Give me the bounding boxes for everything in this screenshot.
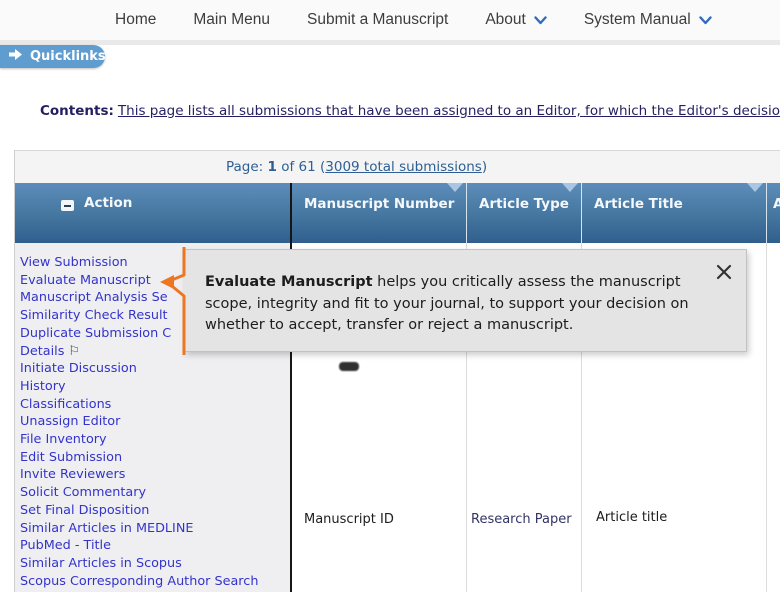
- column-label: Action: [84, 195, 133, 211]
- action-link-set-final-disposition[interactable]: Set Final Disposition: [20, 503, 149, 518]
- action-link-similar-articles-scopus[interactable]: Similar Articles in Scopus: [20, 556, 182, 571]
- article-title-cell: Article title: [596, 510, 668, 525]
- action-link-invite-reviewers[interactable]: Invite Reviewers: [20, 467, 125, 482]
- column-header-action: Action: [15, 183, 290, 243]
- flag-icon: ⚐: [68, 343, 81, 359]
- action-link-details[interactable]: Details: [20, 344, 64, 359]
- quicklinks-button[interactable]: Quicklinks: [0, 45, 106, 68]
- action-link-scopus-author-search[interactable]: Scopus Corresponding Author Search: [20, 574, 258, 589]
- collapse-column-icon[interactable]: [61, 200, 74, 211]
- column-header-article-type[interactable]: Article Type: [467, 183, 581, 243]
- contents-label: Contents:: [40, 103, 114, 119]
- page-label: Page:: [226, 159, 264, 175]
- sort-arrow-icon[interactable]: [747, 183, 763, 192]
- action-link-solicit-commentary[interactable]: Solicit Commentary: [20, 485, 146, 500]
- nav-item-system-manual[interactable]: System Manual: [584, 11, 712, 29]
- action-link-history[interactable]: History: [20, 379, 66, 394]
- action-link-manuscript-analysis[interactable]: Manuscript Analysis Se: [20, 290, 168, 305]
- action-link-similar-articles-medline[interactable]: Similar Articles in MEDLINE: [20, 521, 194, 536]
- pagination-text: Page: 1 of 61 (3009 total submissions): [226, 159, 487, 175]
- action-link-pubmed-title[interactable]: PubMed - Title: [20, 538, 111, 553]
- action-column-divider: [290, 183, 292, 592]
- column-label: Author Name: [773, 196, 780, 212]
- action-link-duplicate-submission[interactable]: Duplicate Submission C: [20, 326, 171, 341]
- pagination-bar: Page: 1 of 61 (3009 total submissions): [15, 150, 780, 183]
- action-link-edit-submission[interactable]: Edit Submission: [20, 450, 122, 465]
- contents-text: This page lists all submissions that hav…: [117, 103, 780, 119]
- chevron-down-icon: [698, 15, 712, 25]
- nav-item-label: System Manual: [583, 11, 691, 28]
- nav-item-about[interactable]: About: [485, 11, 547, 29]
- evaluate-manuscript-tooltip: Evaluate Manuscript helps you critically…: [184, 249, 747, 352]
- column-header-author-name[interactable]: Author Name: [768, 183, 780, 243]
- top-nav: Home Main Menu Submit a Manuscript About…: [0, 0, 780, 40]
- action-link-view-submission[interactable]: View Submission: [20, 255, 128, 270]
- arrow-right-icon: [9, 49, 23, 64]
- tooltip-title: Evaluate Manuscript: [205, 274, 373, 290]
- header-separator: [581, 183, 582, 243]
- page-count: of 61 (: [276, 159, 326, 175]
- total-submissions-link[interactable]: 3009 total submissions: [325, 159, 482, 175]
- article-type-cell: Research Paper: [471, 512, 572, 527]
- action-link-initiate-discussion[interactable]: Initiate Discussion: [20, 361, 137, 376]
- nav-item-label: Submit a Manuscript: [307, 11, 449, 28]
- nav-item-label: About: [485, 11, 526, 28]
- column-label: Article Title: [594, 196, 683, 212]
- nav-divider: [0, 40, 780, 45]
- action-link-file-inventory[interactable]: File Inventory: [20, 432, 107, 447]
- column-header-manuscript-number[interactable]: Manuscript Number: [292, 183, 466, 243]
- close-icon[interactable]: [715, 263, 733, 281]
- nav-item-main-menu[interactable]: Main Menu: [193, 11, 270, 29]
- page-suffix: ): [481, 159, 488, 175]
- chevron-down-icon: [534, 15, 547, 25]
- quicklinks-label: Quicklinks: [30, 49, 106, 64]
- action-link-similarity-check[interactable]: Similarity Check Result: [20, 308, 168, 323]
- submissions-page: Home Main Menu Submit a Manuscript About…: [0, 0, 780, 592]
- header-separator: [766, 183, 767, 243]
- action-link-evaluate-manuscript[interactable]: Evaluate Manuscript: [20, 273, 151, 288]
- nav-item-home[interactable]: Home: [115, 11, 156, 29]
- column-separator: [766, 243, 767, 592]
- redaction-mark: [339, 362, 359, 371]
- column-header-article-title[interactable]: Article Title: [582, 183, 766, 243]
- sort-arrow-icon[interactable]: [447, 183, 463, 192]
- nav-item-submit-a-manuscript[interactable]: Submit a Manuscript: [307, 11, 448, 29]
- table-header-row: Action Manuscript Number Article Type Ar…: [15, 183, 780, 243]
- header-separator: [466, 183, 467, 243]
- sort-arrow-icon[interactable]: [562, 183, 578, 192]
- nav-item-label: Home: [115, 11, 157, 28]
- action-link-unassign-editor[interactable]: Unassign Editor: [20, 414, 120, 429]
- nav-item-label: Main Menu: [193, 11, 271, 28]
- manuscript-number-cell: Manuscript ID: [304, 512, 394, 527]
- submissions-table: Page: 1 of 61 (3009 total submissions) A…: [14, 150, 780, 592]
- current-page: 1: [267, 159, 277, 175]
- action-link-classifications[interactable]: Classifications: [20, 397, 111, 412]
- column-label: Article Type: [479, 196, 569, 212]
- tooltip-text: Evaluate Manuscript helps you critically…: [205, 272, 713, 337]
- contents-description: Contents: This page lists all submissions…: [40, 103, 780, 119]
- column-label: Manuscript Number: [304, 196, 455, 212]
